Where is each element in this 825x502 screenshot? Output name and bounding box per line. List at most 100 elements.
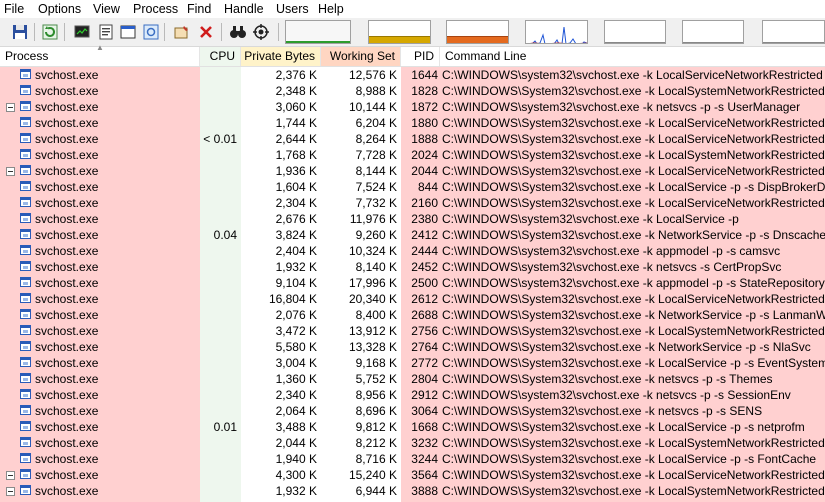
command-line-value: C:\WINDOWS\System32\svchost.exe -k Local… [442,116,825,130]
process-icon [20,213,31,223]
process-name: svchost.exe [35,180,99,194]
column-header-pid[interactable]: PID [401,47,440,66]
process-row[interactable]: svchost.exe 1,744 K 6,204 K 1880 C:\WINDOWS\… [0,115,825,131]
system-info-icon[interactable] [72,22,92,42]
cpu-value [200,147,237,163]
properties-icon[interactable] [96,22,116,42]
collapse-icon[interactable] [6,103,15,112]
column-header-command-line[interactable]: Command Line [440,47,825,66]
cpu-graph[interactable] [285,20,351,44]
process-row[interactable]: svchost.exe 9,104 K 17,996 K 2500 C:\WINDOWS… [0,275,825,291]
working-set-value: 8,264 K [355,132,397,146]
process-row[interactable]: svchost.exe 2,348 K 8,988 K 1828 C:\WINDOWS\… [0,83,825,99]
gpu-graph[interactable] [762,20,825,44]
process-row[interactable]: svchost.exe 5,580 K 13,328 K 2764 C:\WINDOWS… [0,339,825,355]
process-icon [20,485,31,495]
process-row[interactable]: svchost.exe 2,340 K 8,956 K 2912 C:\WINDOWS\… [0,387,825,403]
process-row[interactable]: svchost.exe 2,044 K 8,212 K 3232 C:\WINDOWS\… [0,435,825,451]
process-row[interactable]: svchost.exe 2,676 K 11,976 K 2380 C:\WINDOWS… [0,211,825,227]
private-bytes-value: 2,376 K [275,68,317,82]
menu-users[interactable]: Users [276,2,309,17]
process-row[interactable]: svchost.exe 1,604 K 7,524 K 844 C:\WINDOWS\S… [0,179,825,195]
pid-value: 3232 [411,436,438,450]
column-header-private-bytes[interactable]: Private Bytes [241,47,321,66]
private-bytes-value: 4,300 K [275,468,317,482]
refresh-icon[interactable] [40,22,60,42]
process-name: svchost.exe [35,196,99,210]
process-row[interactable]: svchost.exe 0.01 3,488 K 9,812 K 1668 C:\WIND… [0,419,825,435]
column-header-cpu[interactable]: CPU [200,47,241,66]
menu-process[interactable]: Process [133,2,178,17]
working-set-value: 11,976 K [349,212,397,226]
network-graph[interactable] [604,20,666,44]
menu-options[interactable]: Options [38,2,81,17]
target-icon[interactable] [251,22,271,42]
cpu-value [200,435,237,451]
menu-bar: File Options View Process Find Handle Us… [0,0,825,18]
private-bytes-value: 5,580 K [275,340,317,354]
io-graph[interactable] [525,20,588,44]
menu-view[interactable]: View [93,2,120,17]
process-name: svchost.exe [35,260,99,274]
process-row[interactable]: svchost.exe 4,300 K 15,240 K 3564 C:\WINDOWS… [0,467,825,483]
collapse-icon[interactable] [6,471,15,480]
menu-handle[interactable]: Handle [224,2,264,17]
process-row[interactable]: svchost.exe 2,376 K 12,576 K 1644 C:\WINDOWS… [0,67,825,83]
menu-file[interactable]: File [4,2,24,17]
process-row[interactable]: svchost.exe 2,064 K 8,696 K 3064 C:\WINDOWS\… [0,403,825,419]
menu-find[interactable]: Find [187,2,211,17]
process-row[interactable]: svchost.exe 2,404 K 10,324 K 2444 C:\WINDOWS… [0,243,825,259]
process-row[interactable]: svchost.exe 2,076 K 8,400 K 2688 C:\WINDOWS\… [0,307,825,323]
command-line-value: C:\WINDOWS\system32\svchost.exe -k netsv… [442,100,801,114]
private-bytes-value: 1,604 K [275,180,317,194]
pid-value: 1872 [411,100,438,114]
process-row[interactable]: svchost.exe 1,932 K 8,140 K 2452 C:\WINDOWS\… [0,259,825,275]
process-row[interactable]: svchost.exe < 0.01 2,644 K 8,264 K 1888 C:\WI… [0,131,825,147]
process-icon [20,421,31,431]
process-list[interactable]: svchost.exe 2,376 K 12,576 K 1644 C:\WINDOWS… [0,67,825,502]
process-row[interactable]: svchost.exe 2,304 K 7,732 K 2160 C:\WINDOWS\… [0,195,825,211]
process-row[interactable]: svchost.exe 3,060 K 10,144 K 1872 C:\WINDOWS… [0,99,825,115]
process-row[interactable]: svchost.exe 1,932 K 6,944 K 3888 C:\WINDOWS\… [0,483,825,499]
private-bytes-value: 1,932 K [275,484,317,498]
working-set-value: 6,944 K [355,484,397,498]
window-icon[interactable] [118,22,138,42]
collapse-icon[interactable] [6,487,15,496]
physical-memory-graph[interactable] [446,20,509,44]
process-row[interactable]: svchost.exe 1,768 K 7,728 K 2024 C:\WINDOWS\… [0,147,825,163]
pid-value: 2912 [411,388,438,402]
pid-value: 3064 [411,404,438,418]
cpu-value [200,451,237,467]
kill-process-icon[interactable] [172,22,192,42]
commit-graph[interactable] [368,20,431,44]
toolbar-separator [278,23,279,41]
kill-x-icon[interactable] [196,22,216,42]
collapse-icon[interactable] [6,167,15,176]
process-row[interactable]: svchost.exe 3,472 K 13,912 K 2756 C:\WINDOWS… [0,323,825,339]
save-icon[interactable] [10,22,30,42]
cpu-value [200,371,237,387]
private-bytes-value: 1,360 K [275,372,317,386]
private-bytes-value: 2,644 K [275,132,317,146]
process-name: svchost.exe [35,132,99,146]
command-line-value: C:\WINDOWS\System32\svchost.exe -k Netwo… [442,308,825,322]
pid-value: 2772 [411,356,438,370]
handle-icon[interactable] [141,22,161,42]
private-bytes-value: 2,076 K [275,308,317,322]
find-icon[interactable] [228,22,248,42]
pid-value: 2612 [411,292,438,306]
process-row[interactable]: svchost.exe 1,940 K 8,716 K 3244 C:\WINDOWS\… [0,451,825,467]
pid-value: 2764 [411,340,438,354]
cpu-value [200,179,237,195]
process-row[interactable]: svchost.exe 1,360 K 5,752 K 2804 C:\WINDOWS\… [0,371,825,387]
cpu-value [200,211,237,227]
process-row[interactable]: svchost.exe 0.04 3,824 K 9,260 K 2412 C:\WIND… [0,227,825,243]
process-row[interactable]: svchost.exe 16,804 K 20,340 K 2612 C:\WINDOW… [0,291,825,307]
process-row[interactable]: svchost.exe 1,936 K 8,144 K 2044 C:\WINDOWS\… [0,163,825,179]
command-line-value: C:\WINDOWS\system32\svchost.exe -k netsv… [442,388,791,402]
menu-help[interactable]: Help [318,2,344,17]
private-bytes-value: 1,768 K [275,148,317,162]
process-row[interactable]: svchost.exe 3,004 K 9,168 K 2772 C:\WINDOWS\… [0,355,825,371]
column-header-working-set[interactable]: Working Set [321,47,401,66]
disk-graph[interactable] [682,20,744,44]
